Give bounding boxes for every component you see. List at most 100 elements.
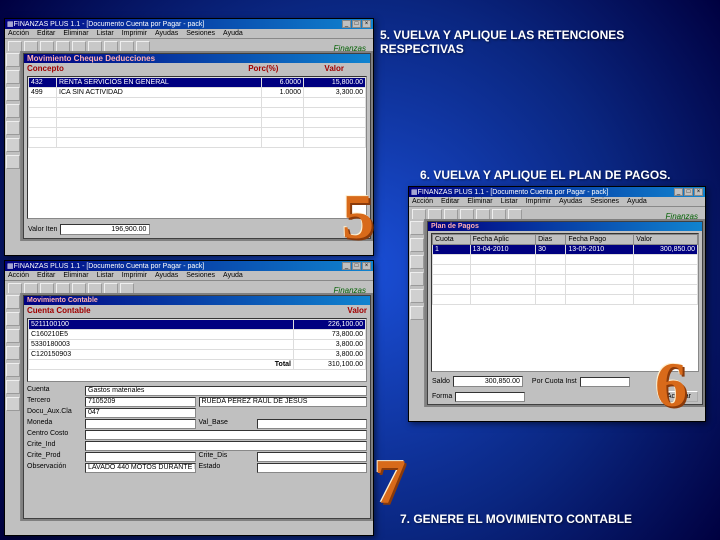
table-row[interactable]: 53301800033,800.00 [29,340,366,350]
menu-item[interactable]: Listar [97,272,114,279]
minimize-button[interactable]: _ [342,262,351,270]
forma-input[interactable] [455,392,525,402]
cuenta-input[interactable]: Gastos materiales [85,386,367,396]
menu-item[interactable]: Ayudas [155,272,178,279]
table-row[interactable] [433,255,698,265]
menu-item[interactable]: Eliminar [63,272,88,279]
menu-item[interactable]: Editar [37,30,55,37]
menu-item[interactable]: Acción [8,30,29,37]
table-row[interactable] [29,128,366,138]
table-row[interactable] [433,285,698,295]
table-row[interactable] [29,98,366,108]
sidebar-button[interactable] [410,221,424,235]
table-row[interactable] [433,265,698,275]
maximize-button[interactable]: □ [352,262,361,270]
val-base-input[interactable] [257,419,368,429]
docu-aux-input[interactable]: 047 [85,408,196,418]
tercero-input[interactable]: 7105209 [85,397,196,407]
lbl-observacion: Observación [27,463,82,473]
menu-item[interactable]: Eliminar [63,30,88,37]
menu-item[interactable]: Ayudas [559,198,582,205]
table-row[interactable]: Total310,100.00 [29,360,366,370]
sidebar-button[interactable] [6,104,20,118]
retenciones-grid[interactable]: 432 RENTA SERVICIOS EN GENERAL 6.0000 15… [27,76,367,219]
menu-item[interactable]: Editar [441,198,459,205]
menu-item[interactable]: Ayuda [223,272,243,279]
table-row[interactable]: 499 ICA SIN ACTIVIDAD 1.0000 3,300.00 [29,88,366,98]
sidebar-button[interactable] [6,397,20,411]
window-retenciones: ▦ FINANZAS PLUS 1.1 - [Documento Cuenta … [4,18,374,256]
table-row[interactable] [29,138,366,148]
table-row[interactable]: C160210E573,800.00 [29,330,366,340]
sidebar-button[interactable] [410,255,424,269]
table-row[interactable] [433,295,698,305]
instruction-6: 6. VUELVA Y APLIQUE EL PLAN DE PAGOS. [420,168,710,182]
maximize-button[interactable]: □ [352,20,361,28]
sidebar-button[interactable] [6,87,20,101]
instruction-5: 5. VUELVA Y APLIQUE LAS RETENCIONES RESP… [380,28,710,56]
menu-item[interactable]: Sesiones [186,30,215,37]
menu-item[interactable]: Listar [501,198,518,205]
sidebar-button[interactable] [6,380,20,394]
titlebar[interactable]: ▦ FINANZAS PLUS 1.1 - [Documento Cuenta … [409,187,705,197]
total-label: Valor Iten [28,226,57,233]
moneda-input[interactable] [85,419,196,429]
menu-item[interactable]: Imprimir [526,198,551,205]
client-area: Movimiento Cheque Deducciones Concepto P… [21,51,373,241]
sidebar-button[interactable] [6,363,20,377]
step-number-6: 6 [655,348,687,422]
menu-item[interactable]: Sesiones [186,272,215,279]
sidebar-button[interactable] [410,272,424,286]
centro-costo-input[interactable] [85,430,367,440]
table-row[interactable] [433,275,698,285]
maximize-button[interactable]: □ [684,188,693,196]
menu-item[interactable]: Imprimir [122,272,147,279]
table-row[interactable] [29,108,366,118]
por-cuota-input[interactable] [580,377,630,387]
menu-item[interactable]: Editar [37,272,55,279]
step-number-7: 7 [374,445,406,519]
minimize-button[interactable]: _ [342,20,351,28]
menu-item[interactable]: Sesiones [590,198,619,205]
sub-title: Plan de Pagos [431,223,479,230]
mov-contable-grid[interactable]: 5211100100226,100.00 C160210E573,800.00 … [27,318,367,382]
menu-item[interactable]: Imprimir [122,30,147,37]
table-row[interactable]: 5211100100226,100.00 [29,320,366,330]
sidebar-button[interactable] [6,138,20,152]
crite-dis-input[interactable] [257,452,368,462]
close-button[interactable]: × [362,20,371,28]
menu-item[interactable]: Ayuda [223,30,243,37]
menu-item[interactable]: Acción [412,198,433,205]
table-row[interactable] [29,118,366,128]
saldo-value: 300,850.00 [453,376,523,387]
close-button[interactable]: × [694,188,703,196]
menu-item[interactable]: Acción [8,272,29,279]
sidebar-button[interactable] [410,306,424,320]
close-button[interactable]: × [362,262,371,270]
titlebar[interactable]: ▦ FINANZAS PLUS 1.1 - [Documento Cuenta … [5,261,373,271]
sidebar-button[interactable] [6,312,20,326]
sidebar-button[interactable] [6,70,20,84]
sidebar-button[interactable] [410,238,424,252]
menu-item[interactable]: Listar [97,30,114,37]
sidebar-button[interactable] [410,289,424,303]
sidebar-button[interactable] [6,346,20,360]
menu-item[interactable]: Ayuda [627,198,647,205]
menu-item[interactable]: Ayudas [155,30,178,37]
estado-input[interactable] [257,463,368,473]
crite-ind-input[interactable] [85,441,367,451]
titlebar-icon: ▦ [411,188,418,196]
table-row[interactable]: 432 RENTA SERVICIOS EN GENERAL 6.0000 15… [29,78,366,88]
sidebar-button[interactable] [6,295,20,309]
sidebar-button[interactable] [6,121,20,135]
sidebar-button[interactable] [6,53,20,67]
table-row[interactable]: C1201509033,800.00 [29,350,366,360]
minimize-button[interactable]: _ [674,188,683,196]
sidebar-button[interactable] [6,329,20,343]
sidebar-button[interactable] [6,155,20,169]
observacion-input[interactable]: LAVADO 440 MOTOS DURANTE EL I SEMESTRE [85,463,196,473]
menu-item[interactable]: Eliminar [467,198,492,205]
table-row[interactable]: 1 13-04-2010 30 13-05-2010 300,850.00 [433,245,698,255]
titlebar[interactable]: ▦ FINANZAS PLUS 1.1 - [Documento Cuenta … [5,19,373,29]
crite-prod-input[interactable] [85,452,196,462]
